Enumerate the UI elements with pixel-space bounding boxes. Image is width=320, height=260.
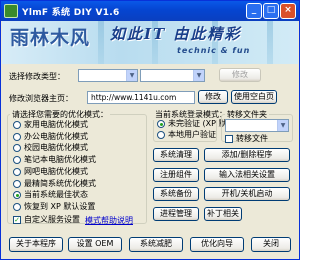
radio-icon	[13, 179, 21, 188]
homepage-modify-button[interactable]: 修改	[198, 90, 228, 104]
radio-icon	[13, 202, 21, 211]
modify-type-select[interactable]: ▼	[78, 69, 138, 82]
tool-button[interactable]: 系统清理	[153, 148, 199, 162]
bottom-button[interactable]: 设置 OEM	[68, 237, 122, 252]
tool-button[interactable]: 注册组件	[153, 167, 199, 182]
modify-item-select[interactable]: ▼	[140, 69, 205, 82]
modify-type-button[interactable]: 修改	[219, 68, 261, 82]
optimize-mode-label: 笔记本电脑优化模式	[24, 155, 96, 165]
optimize-mode-label: 最精简系统优化模式	[24, 178, 96, 188]
main-window: YlmF 系统 DIY V1.6 _ □ × 雨林木风 如此IT 由此精彩 te…	[0, 0, 300, 260]
maximize-button[interactable]: □	[263, 3, 279, 19]
mode-help-link[interactable]: 模式帮助说明	[85, 215, 133, 226]
tool-button[interactable]: 输入法相关设置	[204, 167, 290, 182]
transfer-select[interactable]: ▼	[225, 119, 289, 132]
bottom-button[interactable]: 系统减肥	[129, 237, 183, 252]
bottom-button[interactable]: 关于本程序	[9, 237, 63, 252]
app-icon	[4, 4, 18, 18]
chevron-down-icon: ▼	[126, 70, 137, 81]
minimize-button[interactable]: _	[246, 3, 262, 19]
banner-slogan: 如此IT 由此精彩	[110, 25, 242, 43]
optimize-mode-title: 请选择您需要的优化模式：	[10, 109, 110, 120]
modify-type-label: 选择修改类型：	[9, 72, 65, 81]
banner-subtitle: technic & fun	[177, 46, 251, 55]
optimize-mode-label: 校园电脑优化模式	[24, 143, 88, 153]
optimize-mode-label: 家用电脑优化模式	[24, 120, 88, 129]
blank-page-button[interactable]: 使用空白页	[231, 90, 277, 104]
transfer-file-label: 转移文件	[236, 134, 268, 143]
chevron-down-icon: ▼	[277, 120, 288, 131]
tool-button[interactable]: 进程管理	[153, 206, 199, 221]
chevron-down-icon: ▼	[193, 70, 204, 81]
radio-icon	[157, 120, 165, 128]
homepage-label: 修改浏览器主页：	[9, 94, 73, 103]
homepage-input[interactable]: http://www.1141u.com	[87, 91, 195, 104]
radio-icon	[157, 131, 165, 139]
window-title: YlmF 系统 DIY V1.6	[22, 8, 120, 18]
radio-icon	[13, 132, 21, 141]
radio-icon	[13, 167, 21, 176]
title-bar[interactable]: YlmF 系统 DIY V1.6 _ □ ×	[1, 1, 299, 21]
close-window-button[interactable]: ×	[280, 3, 296, 19]
checkbox-icon: ✓	[13, 216, 21, 224]
tool-button[interactable]: 添加/删除程序	[204, 148, 290, 162]
tool-button[interactable]: 补丁相关	[204, 206, 242, 221]
banner-decoration	[267, 21, 273, 64]
optimize-mode-label: 办公电脑优化模式	[24, 131, 88, 141]
bottom-button[interactable]: 优化向导	[190, 237, 244, 252]
optimize-mode-label: 恢复到 XP 默认设置	[24, 201, 96, 211]
custom-services-label: 自定义服务设置	[24, 215, 80, 224]
banner-decoration	[98, 21, 104, 64]
optimize-mode-label: 当前系统最佳状态	[24, 190, 88, 200]
checkbox-icon	[225, 135, 233, 143]
bottom-button[interactable]: 关闭	[251, 237, 291, 252]
banner-logo: 雨林木风	[10, 27, 91, 49]
optimize-mode-label: 网吧电脑优化模式	[24, 166, 88, 176]
banner-image: 雨林木风 如此IT 由此精彩 technic & fun	[2, 21, 298, 64]
tool-button[interactable]: 开机/关机启动	[204, 187, 290, 201]
login-mode-label: 本地用户验证	[168, 130, 216, 139]
tool-button[interactable]: 系统备份	[153, 187, 199, 201]
radio-icon	[13, 121, 21, 129]
